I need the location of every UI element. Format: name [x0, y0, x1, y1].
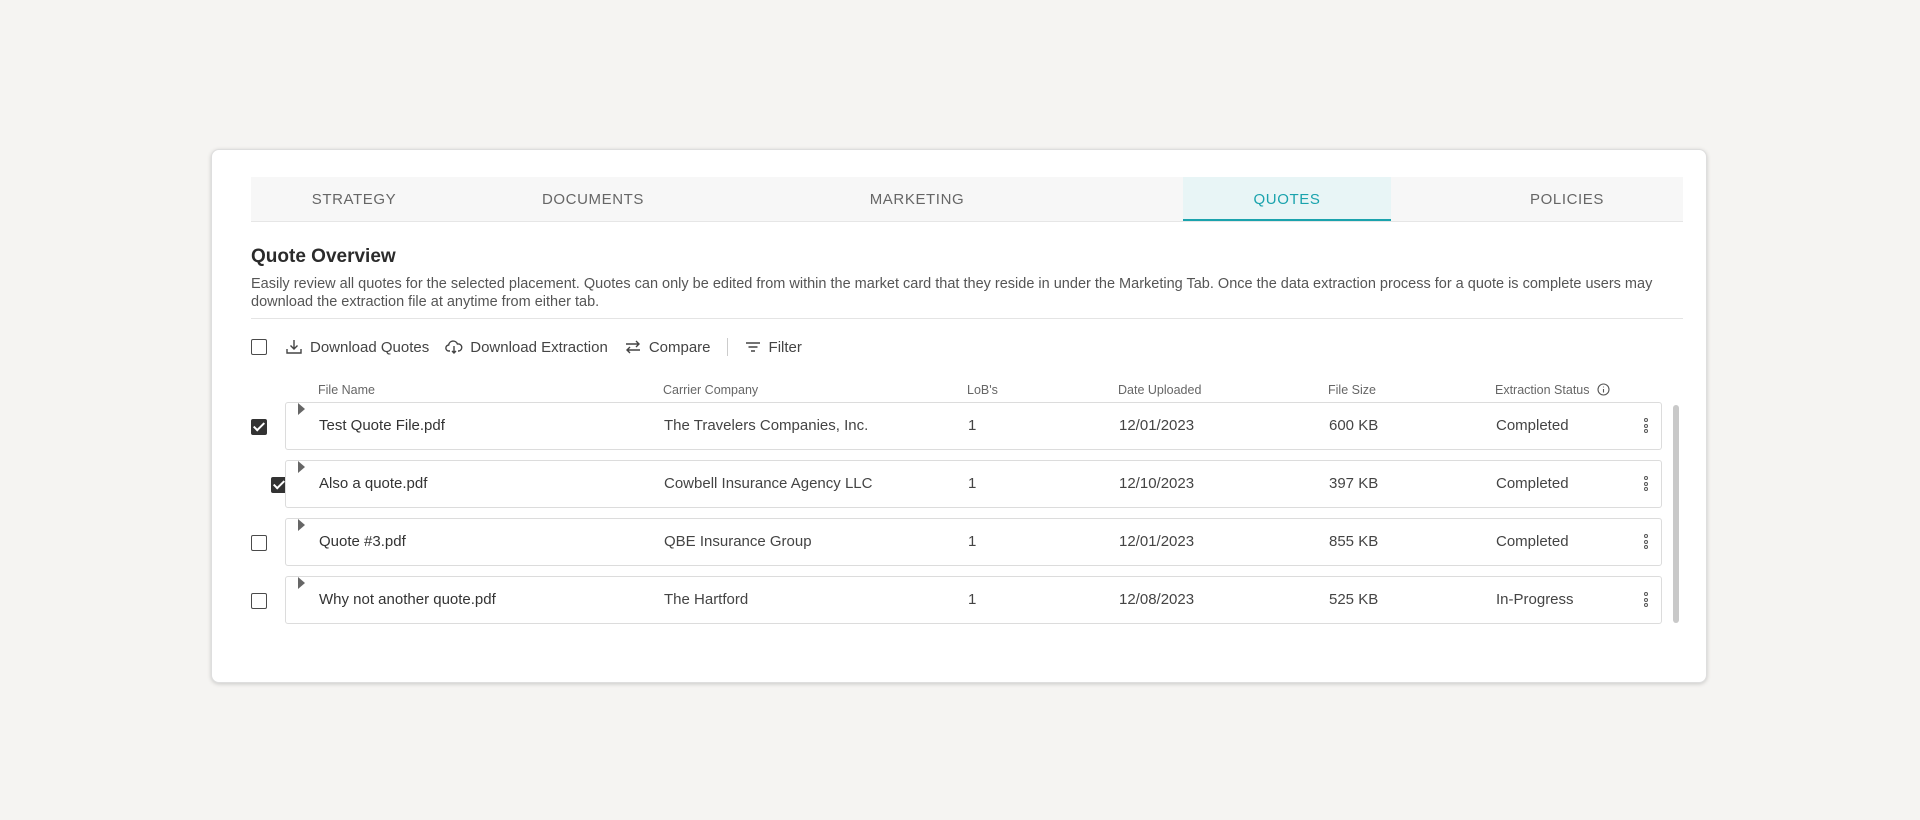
extraction-status: In-Progress [1496, 591, 1574, 608]
kebab-menu-icon[interactable] [1643, 592, 1649, 610]
date-uploaded: 12/01/2023 [1119, 533, 1195, 550]
download-quotes-button[interactable]: Download Quotes [285, 338, 429, 356]
carrier-company: The Hartford [664, 591, 749, 608]
tab-documents[interactable]: DOCUMENTS [477, 177, 709, 221]
page-title: Quote Overview [251, 246, 396, 267]
date-uploaded: 12/08/2023 [1119, 591, 1195, 608]
quote-overview-card: STRATEGY DOCUMENTS MARKETING QUOTES POLI… [211, 149, 1707, 683]
column-lobs[interactable]: LoB's [967, 383, 998, 397]
toolbar: Download Quotes Download Extraction Comp… [251, 334, 802, 360]
table-scrollbar[interactable] [1673, 405, 1679, 623]
cloud-download-icon [445, 340, 463, 354]
kebab-menu-icon[interactable] [1643, 534, 1649, 552]
file-size: 397 KB [1329, 475, 1379, 492]
file-size: 600 KB [1329, 417, 1379, 434]
column-extraction-status-label: Extraction Status [1495, 383, 1590, 397]
info-icon[interactable] [1597, 383, 1610, 396]
tab-policies[interactable]: POLICIES [1481, 177, 1653, 221]
page-description: Easily review all quotes for the selecte… [251, 276, 1653, 310]
file-size: 855 KB [1329, 533, 1379, 550]
expand-caret-icon[interactable] [298, 403, 305, 415]
filter-icon [745, 342, 760, 352]
quote-table: Test Quote File.pdf The Travelers Compan… [212, 402, 1706, 624]
file-size: 525 KB [1329, 591, 1379, 608]
file-name: Why not another quote.pdf [319, 591, 496, 608]
date-uploaded: 12/01/2023 [1119, 417, 1195, 434]
divider [251, 318, 1683, 319]
expand-caret-icon[interactable] [298, 519, 305, 531]
table-header: File Name Carrier Company LoB's Date Upl… [212, 383, 1706, 399]
tab-marketing[interactable]: MARKETING [801, 177, 1033, 221]
kebab-menu-icon[interactable] [1643, 418, 1649, 436]
lobs-count: 1 [968, 475, 977, 492]
file-name: Quote #3.pdf [319, 533, 406, 550]
extraction-status: Completed [1496, 475, 1569, 492]
row-checkbox[interactable] [251, 593, 267, 609]
date-uploaded: 12/10/2023 [1119, 475, 1195, 492]
tab-quotes[interactable]: QUOTES [1183, 177, 1391, 221]
tab-bar: STRATEGY DOCUMENTS MARKETING QUOTES POLI… [251, 177, 1683, 222]
lobs-count: 1 [968, 591, 977, 608]
download-extraction-button[interactable]: Download Extraction [445, 338, 608, 356]
expand-caret-icon[interactable] [298, 461, 305, 473]
file-name: Test Quote File.pdf [319, 417, 445, 434]
carrier-company: The Travelers Companies, Inc. [664, 417, 869, 434]
table-row[interactable]: Also a quote.pdf Cowbell Insurance Agenc… [285, 460, 1662, 508]
kebab-menu-icon[interactable] [1643, 476, 1649, 494]
carrier-company: Cowbell Insurance Agency LLC [664, 475, 873, 492]
download-extraction-label: Download Extraction [470, 338, 608, 356]
file-name: Also a quote.pdf [319, 475, 428, 492]
table-row[interactable]: Test Quote File.pdf The Travelers Compan… [285, 402, 1662, 450]
expand-caret-icon[interactable] [298, 577, 305, 589]
extraction-status: Completed [1496, 417, 1569, 434]
tab-strategy[interactable]: STRATEGY [251, 177, 457, 221]
row-checkbox[interactable] [251, 419, 267, 435]
table-row[interactable]: Why not another quote.pdf The Hartford 1… [285, 576, 1662, 624]
compare-arrows-icon [625, 340, 640, 354]
column-date-uploaded[interactable]: Date Uploaded [1118, 383, 1201, 397]
toolbar-separator [726, 338, 728, 356]
filter-button[interactable]: Filter [744, 338, 802, 356]
lobs-count: 1 [968, 417, 977, 434]
compare-label: Compare [648, 338, 711, 356]
download-quotes-label: Download Quotes [310, 338, 430, 356]
select-all-checkbox[interactable] [251, 339, 267, 355]
column-carrier-company[interactable]: Carrier Company [663, 383, 758, 397]
extraction-status: Completed [1496, 533, 1569, 550]
lobs-count: 1 [968, 533, 977, 550]
column-file-size[interactable]: File Size [1328, 383, 1376, 397]
column-extraction-status[interactable]: Extraction Status [1495, 383, 1610, 397]
row-checkbox[interactable] [251, 535, 267, 551]
download-icon [286, 340, 302, 354]
carrier-company: QBE Insurance Group [664, 533, 812, 550]
table-row[interactable]: Quote #3.pdf QBE Insurance Group 1 12/01… [285, 518, 1662, 566]
column-file-name[interactable]: File Name [318, 383, 375, 397]
filter-label: Filter [768, 338, 802, 356]
compare-button[interactable]: Compare [624, 338, 711, 356]
